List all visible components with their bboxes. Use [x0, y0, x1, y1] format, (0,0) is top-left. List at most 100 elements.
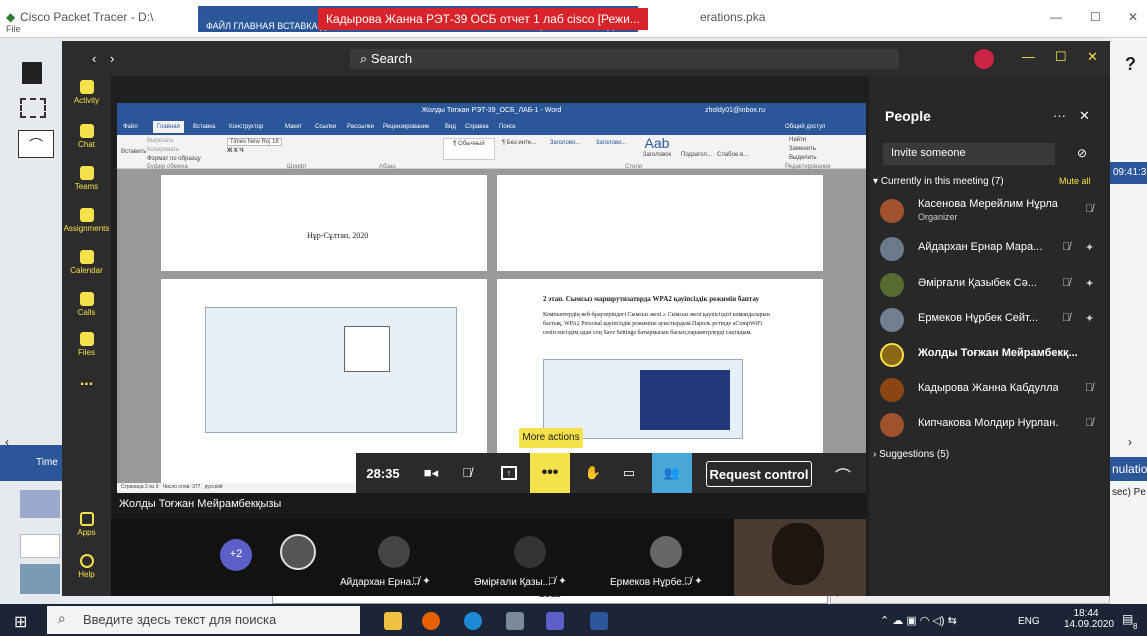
replace-button[interactable]: Заменить: [789, 146, 816, 152]
person-row[interactable]: Кипчакова Молдир Нурлан... 🎙̸: [880, 407, 1105, 445]
forward-icon[interactable]: ›: [110, 51, 114, 66]
help-question-icon[interactable]: ?: [1125, 54, 1136, 75]
hang-up-button[interactable]: ⌒: [826, 453, 860, 495]
router-device-icon[interactable]: [20, 564, 60, 594]
scroll-left-arrow[interactable]: ‹: [5, 435, 9, 449]
tab-layout[interactable]: Макет: [285, 124, 302, 130]
back-icon[interactable]: ‹: [92, 51, 96, 66]
device-slot[interactable]: [20, 534, 60, 558]
tab-design[interactable]: Конструктор: [229, 124, 263, 130]
person-row[interactable]: Жолды Тоғжан Мейрамбекқ...: [880, 337, 1105, 375]
person-row[interactable]: Ермеков Нұрбек Сейт... 🎙̸ ✦: [880, 302, 1105, 340]
teams-taskbar-icon[interactable]: [546, 612, 564, 630]
edge-icon[interactable]: [464, 612, 482, 630]
font-size-select[interactable]: 18: [269, 138, 282, 146]
network-icon[interactable]: ⌒: [18, 130, 54, 158]
taskbar-time: 18:44: [1073, 608, 1099, 619]
tab-insert[interactable]: Вставка: [193, 124, 215, 130]
participants-button[interactable]: 👥: [652, 453, 692, 495]
overflow-participants-badge[interactable]: +2: [220, 539, 252, 571]
close-icon[interactable]: ✕: [1079, 108, 1090, 124]
font-name-select[interactable]: Times New Ro: [227, 138, 273, 146]
chat-button[interactable]: ▭: [612, 453, 646, 495]
person-row[interactable]: Әмірғали Қазыбек Сә... 🎙̸ ✦: [880, 267, 1105, 305]
camera-button[interactable]: ■◂: [414, 453, 448, 495]
minimize-icon[interactable]: —: [1050, 10, 1062, 24]
person-row[interactable]: Айдархан Ернар Мара... 🎙̸ ✦: [880, 231, 1105, 269]
packet-tracer-taskbar-icon[interactable]: [506, 612, 524, 630]
raise-hand-button[interactable]: ✋: [576, 453, 610, 495]
more-icon[interactable]: ···: [1053, 108, 1066, 123]
style-subtitle[interactable]: Подзагол...: [681, 152, 712, 158]
firefox-icon[interactable]: [422, 612, 440, 630]
tray-icons[interactable]: ⌃ ☁ ▣ ◠ ◁) ⇆: [880, 614, 957, 627]
file-explorer-icon[interactable]: [384, 612, 402, 630]
files-icon: [79, 332, 94, 346]
person-row[interactable]: Кадырова Жанна Кабдулла... 🎙̸: [880, 372, 1105, 410]
tab-file[interactable]: Файл: [123, 124, 138, 130]
share-screen-button[interactable]: ↑: [492, 453, 526, 495]
select-icon[interactable]: [20, 98, 46, 118]
copy-button[interactable]: Копировать: [147, 147, 179, 153]
format-painter-button[interactable]: Формат по образцу: [147, 156, 201, 162]
switch-device-icon[interactable]: [20, 490, 60, 518]
more-icon: ...: [79, 372, 94, 389]
search-box[interactable]: ⌕ Search: [350, 49, 899, 69]
notification-icon[interactable]: ▤: [1122, 612, 1133, 626]
tab-home[interactable]: Главная: [153, 121, 184, 133]
rail-chat[interactable]: Chat: [62, 124, 111, 149]
rail-more[interactable]: ...: [62, 372, 111, 390]
tab-references[interactable]: Ссылки: [315, 124, 336, 130]
packet-tracer-right-panel: [1110, 38, 1147, 604]
word-taskbar-icon[interactable]: [590, 612, 608, 630]
rail-teams[interactable]: Teams: [62, 166, 111, 191]
scroll-right-arrow[interactable]: ›: [1128, 435, 1132, 449]
paste-button[interactable]: Вставить: [121, 149, 146, 155]
style-no-spacing[interactable]: ¶ Без инте...: [497, 138, 541, 160]
tab-mailings[interactable]: Рассылки: [347, 124, 374, 130]
style-normal[interactable]: ¶ Обычный: [443, 138, 495, 160]
taskbar-search[interactable]: Введите здесь текст для поиска: [47, 606, 360, 634]
mute-button[interactable]: 🎙̸: [450, 453, 484, 495]
tab-help[interactable]: Справка: [465, 124, 489, 130]
cut-button[interactable]: Вырезать: [147, 138, 174, 144]
rail-calendar[interactable]: Calendar: [62, 250, 111, 275]
find-button[interactable]: Найти: [789, 137, 806, 143]
style-heading1[interactable]: Заголово...: [543, 138, 587, 160]
style-subtle[interactable]: Слабое в...: [717, 152, 748, 158]
rail-activity[interactable]: Activity: [62, 80, 111, 105]
mute-all-button[interactable]: Mute all: [1059, 176, 1091, 186]
close-icon[interactable]: ✕: [1128, 10, 1138, 24]
rail-calls[interactable]: Calls: [62, 292, 111, 317]
suggestions-section[interactable]: › Suggestions (5): [873, 449, 949, 460]
word-titlebar: Жолды Тоғжан РЭТ-39_ОСБ_ЛАБ-1 - Word zho…: [117, 103, 866, 121]
select-button[interactable]: Выделить: [789, 155, 817, 161]
rail-apps[interactable]: Apps: [62, 512, 111, 537]
more-actions-button[interactable]: •••: [530, 453, 570, 495]
close-icon[interactable]: ✕: [1087, 49, 1098, 65]
taskbar-clock[interactable]: 18:44 14.09.2020: [1064, 608, 1114, 630]
bold-icon[interactable]: Ж К Ч: [227, 148, 244, 154]
person-row[interactable]: Касенова Мерейлим Нұрла... Organizer 🎙̸: [880, 193, 1105, 231]
tab-review[interactable]: Рецензирование: [383, 124, 429, 130]
share-button[interactable]: Общий доступ: [785, 124, 825, 130]
rail-help[interactable]: Help: [62, 554, 111, 579]
style-heading2[interactable]: Заголово...: [589, 138, 633, 160]
invite-input[interactable]: Invite someone: [883, 143, 1055, 165]
tab-search[interactable]: Поиск: [499, 124, 516, 130]
rail-assignments[interactable]: Assignments: [62, 208, 111, 233]
tab-view[interactable]: Вид: [445, 124, 456, 130]
request-control-button[interactable]: Request control: [706, 461, 812, 487]
language-indicator[interactable]: ENG: [1018, 616, 1040, 627]
windows-start-icon[interactable]: ⊞: [14, 612, 27, 632]
current-section-header[interactable]: ▾ Currently in this meeting (7): [873, 176, 1004, 187]
file-menu[interactable]: File: [6, 24, 21, 34]
suggestions-label: Suggestions (5): [879, 449, 950, 460]
minimize-icon[interactable]: —: [1022, 49, 1035, 64]
maximize-icon[interactable]: ☐: [1055, 49, 1067, 65]
rail-files[interactable]: Files: [62, 332, 111, 357]
word-window-title[interactable]: Кадырова Жанна РЭТ-39 ОСБ отчет 1 лаб ci…: [318, 8, 648, 30]
user-avatar[interactable]: [974, 49, 994, 69]
maximize-icon[interactable]: ☐: [1090, 10, 1101, 24]
link-icon[interactable]: ⊘: [1077, 146, 1087, 160]
